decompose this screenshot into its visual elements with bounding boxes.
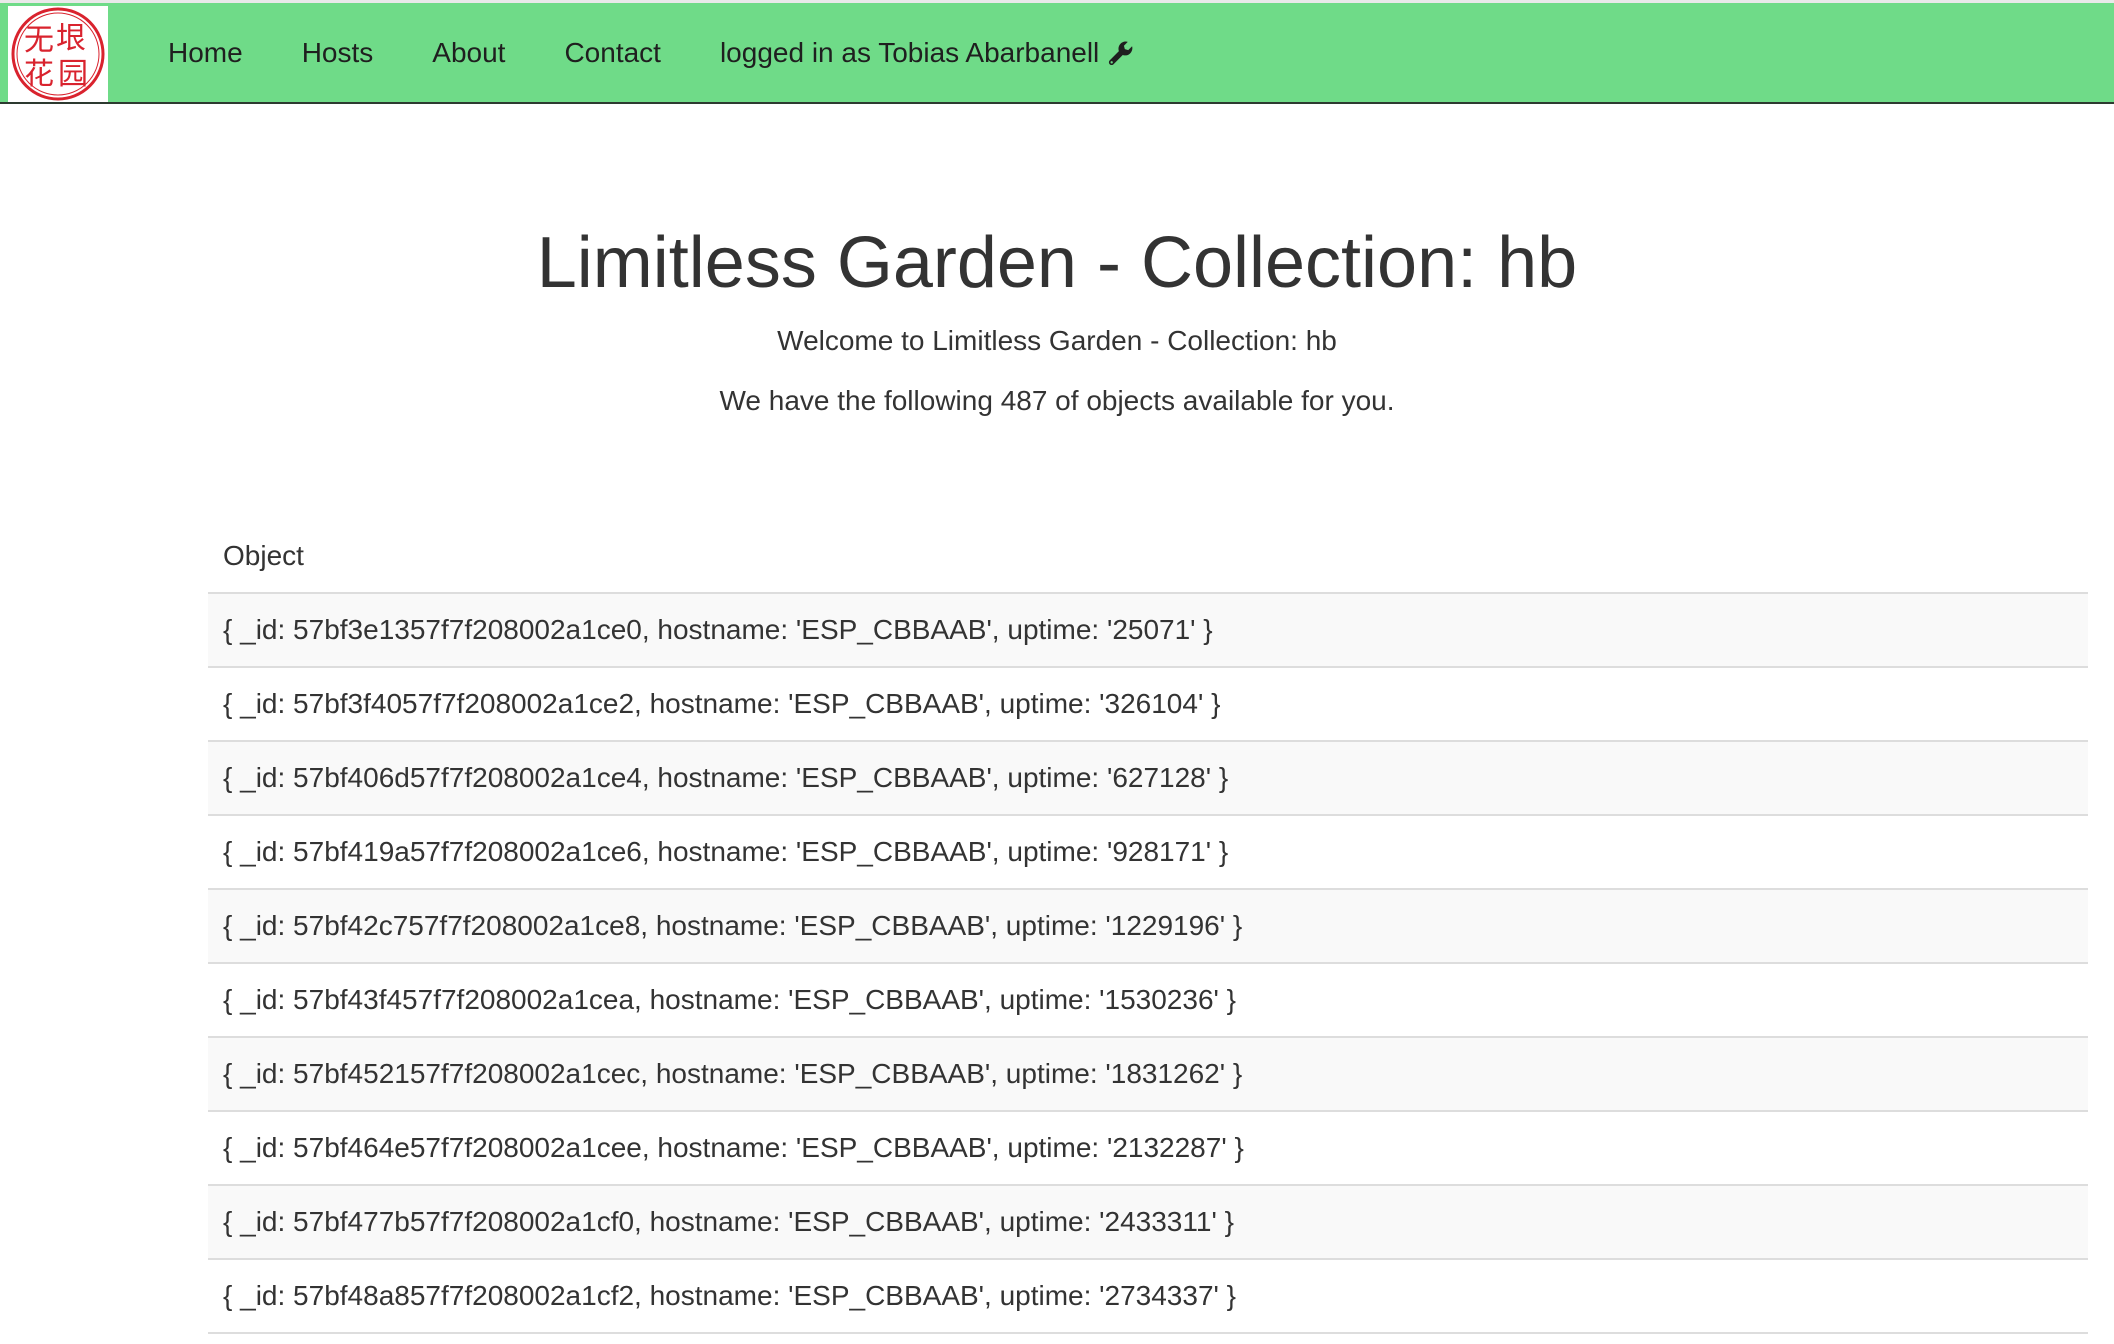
table-row: { _id: 57bf42c757f7f208002a1ce8, hostnam… bbox=[208, 890, 2088, 964]
nav-menu: Home Hosts About Contact logged in as To… bbox=[168, 3, 1194, 103]
site-logo[interactable]: 无 垠 花 园 bbox=[8, 6, 108, 102]
table-row: { _id: 57bf419a57f7f208002a1ce6, hostnam… bbox=[208, 816, 2088, 890]
objects-table: Object { _id: 57bf3e1357f7f208002a1ce0, … bbox=[208, 520, 2088, 1334]
table-row: { _id: 57bf3e1357f7f208002a1ce0, hostnam… bbox=[208, 594, 2088, 668]
table-row: { _id: 57bf464e57f7f208002a1cee, hostnam… bbox=[208, 1112, 2088, 1186]
svg-text:无: 无 bbox=[24, 23, 54, 58]
table-row: { _id: 57bf406d57f7f208002a1ce4, hostnam… bbox=[208, 742, 2088, 816]
nav-contact-link[interactable]: Contact bbox=[564, 37, 661, 69]
user-account-link[interactable]: logged in as Tobias Abarbanell bbox=[720, 37, 1135, 69]
table-row: { _id: 57bf452157f7f208002a1cec, hostnam… bbox=[208, 1038, 2088, 1112]
table-header-object: Object bbox=[208, 520, 2088, 594]
table-row: { _id: 57bf43f457f7f208002a1cea, hostnam… bbox=[208, 964, 2088, 1038]
wrench-icon bbox=[1109, 41, 1133, 65]
object-count-text: We have the following 487 of objects ava… bbox=[719, 385, 1395, 416]
navbar: 无 垠 花 园 Home Hosts About Contact logged … bbox=[0, 0, 2114, 104]
svg-text:花: 花 bbox=[24, 57, 54, 92]
nav-home-link[interactable]: Home bbox=[168, 37, 243, 69]
page-title: Limitless Garden - Collection: hb bbox=[536, 223, 1578, 303]
table-row: { _id: 57bf3f4057f7f208002a1ce2, hostnam… bbox=[208, 668, 2088, 742]
svg-text:园: 园 bbox=[58, 57, 88, 92]
svg-text:垠: 垠 bbox=[56, 21, 86, 56]
table-row: { _id: 57bf48a857f7f208002a1cf2, hostnam… bbox=[208, 1260, 2088, 1334]
welcome-text: Welcome to Limitless Garden - Collection… bbox=[777, 325, 1337, 356]
logo-seal-icon: 无 垠 花 园 bbox=[11, 7, 105, 101]
table-row: { _id: 57bf477b57f7f208002a1cf0, hostnam… bbox=[208, 1186, 2088, 1260]
nav-about-link[interactable]: About bbox=[432, 37, 505, 69]
nav-hosts-link[interactable]: Hosts bbox=[302, 37, 374, 69]
user-label: logged in as Tobias Abarbanell bbox=[719, 37, 1100, 68]
